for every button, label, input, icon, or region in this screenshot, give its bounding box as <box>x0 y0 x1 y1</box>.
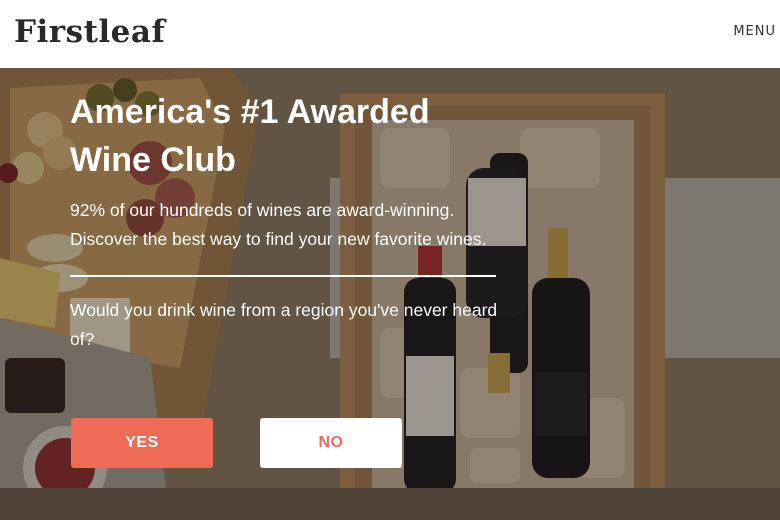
hero-subtext: 92% of our hundreds of wines are award-w… <box>70 200 487 249</box>
quiz-question: Would you drink wine from a region you'v… <box>70 300 498 349</box>
hero-headline: America's #1 Awarded Wine Club <box>70 93 430 179</box>
site-header: Firstleaf MENU <box>0 0 780 68</box>
no-button[interactable]: NO <box>260 418 402 468</box>
hero-content: America's #1 Awarded Wine Club 92% of ou… <box>70 88 510 354</box>
hero-section: America's #1 Awarded Wine Club 92% of ou… <box>0 68 780 520</box>
hero-divider <box>70 275 496 277</box>
menu-button[interactable]: MENU <box>733 24 776 39</box>
firstleaf-logo[interactable]: Firstleaf <box>14 14 165 50</box>
yes-button[interactable]: YES <box>71 418 213 468</box>
